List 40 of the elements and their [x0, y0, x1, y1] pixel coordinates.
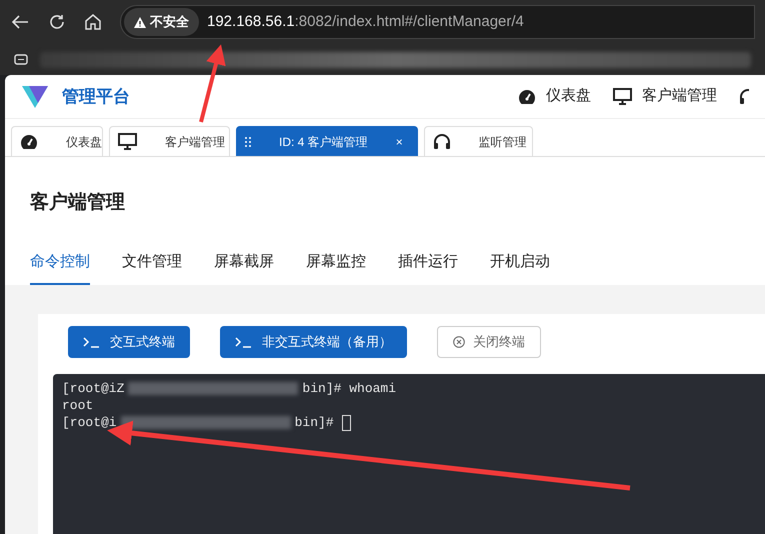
tab[interactable]: 客户端管理: [109, 126, 230, 156]
terminal-line: bin]# whoami: [302, 380, 396, 397]
subtab[interactable]: 屏幕监控: [306, 250, 366, 285]
security-badge[interactable]: 不安全: [124, 8, 199, 36]
subtab[interactable]: 开机启动: [490, 250, 550, 285]
terminal-button[interactable]: 非交互式终端（备用）: [220, 326, 407, 358]
close-circle-icon: [453, 336, 465, 348]
gauge-icon: [20, 134, 38, 150]
terminal-icon: [83, 336, 100, 348]
terminal-line: bin]#: [294, 414, 334, 431]
subtab[interactable]: 文件管理: [122, 250, 182, 285]
monitor-icon: [613, 88, 632, 105]
nav-item[interactable]: 仪表盘: [518, 85, 591, 108]
page-title: 客户端管理: [30, 190, 126, 215]
terminal-screen[interactable]: [root@iZ bin]# whoami root [root@i bin]#: [53, 374, 765, 534]
drag-handle-icon: [245, 136, 251, 146]
nav-item[interactable]: 客户端管理: [613, 85, 717, 108]
address-bar[interactable]: 不安全 192.168.56.1:8082/index.html#/clientManager/4: [120, 5, 755, 39]
gauge-icon: [518, 88, 536, 104]
tabs-icon[interactable]: [14, 54, 28, 65]
tab[interactable]: 监听管理: [424, 126, 533, 156]
terminal-line: [root@iZ: [62, 380, 124, 397]
terminal-icon: [235, 336, 252, 348]
terminal-cursor: [342, 414, 351, 430]
app-title: 管理平台: [62, 86, 130, 108]
url-text: 192.168.56.1:8082/index.html#/clientManager/4: [207, 12, 524, 32]
reload-icon[interactable]: [48, 13, 66, 31]
subtab[interactable]: 插件运行: [398, 250, 458, 285]
tab[interactable]: 仪表盘: [11, 126, 103, 156]
monitor-icon: [118, 133, 137, 150]
close-terminal-button[interactable]: 关闭终端: [437, 326, 541, 358]
terminal-line: [root@i: [62, 414, 117, 431]
subtab[interactable]: 屏幕截屏: [214, 250, 274, 285]
terminal-button[interactable]: 交互式终端: [68, 326, 190, 358]
tab[interactable]: ID: 4 客户端管理 ×: [236, 126, 418, 156]
logo-icon: [21, 84, 49, 108]
close-icon[interactable]: ×: [396, 132, 403, 150]
home-icon[interactable]: [84, 13, 102, 31]
terminal-line: root: [62, 397, 94, 414]
headphones-icon: [432, 133, 451, 150]
